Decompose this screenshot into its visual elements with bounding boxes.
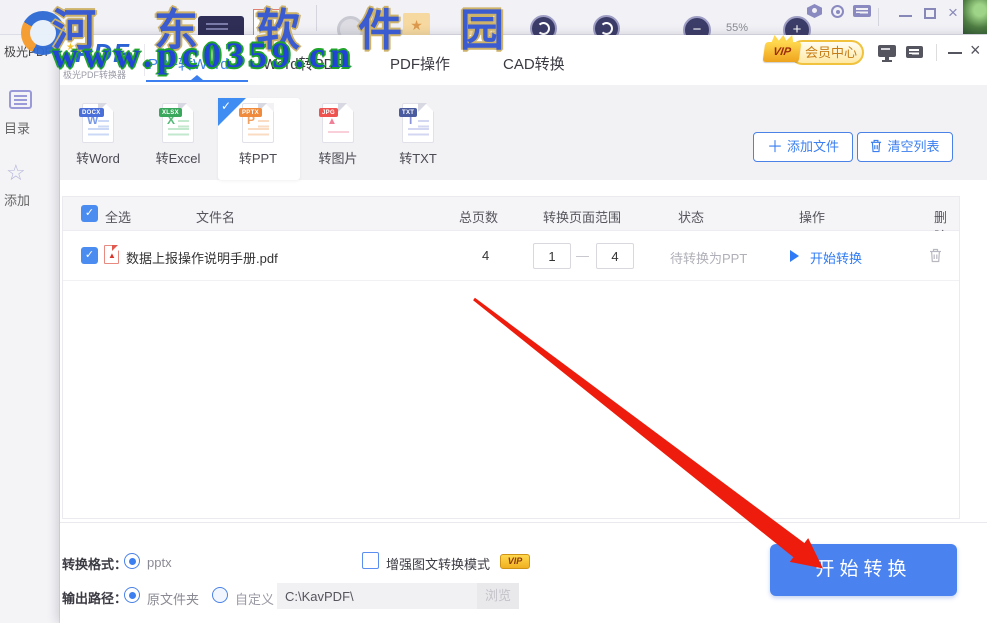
enhance-mode-checkbox[interactable] xyxy=(362,552,379,569)
plus-icon: ＋ xyxy=(767,139,783,156)
row-checkbox[interactable]: ✓ xyxy=(81,247,98,264)
sidebar-item-catalog[interactable]: 目录 xyxy=(4,118,58,137)
header-page-range: 转换页面范围 xyxy=(543,207,621,226)
vip-tag: VIP xyxy=(500,554,530,569)
range-from-input[interactable] xyxy=(533,243,571,269)
add-files-button[interactable]: ＋添加文件 xyxy=(753,132,853,162)
convert-type-strip: ✓ DOCX W 转Word XLSX X 转Excel PPTX P 转 xyxy=(60,85,987,180)
settings-hexagon-icon[interactable] xyxy=(807,4,822,18)
range-separator: — xyxy=(576,248,589,263)
select-all-checkbox[interactable]: ✓ xyxy=(81,205,98,222)
zoom-level: 55% xyxy=(726,22,748,34)
table-row: ✓ ▲ 数据上报操作说明手册.pdf 4 — 待转换为PPT 开始转换 xyxy=(63,231,959,281)
format-value: pptx xyxy=(147,555,172,570)
header-operation: 操作 xyxy=(799,207,825,226)
start-convert-button[interactable]: 开始转换 xyxy=(770,544,957,596)
output-custom-radio[interactable] xyxy=(212,587,228,603)
toolbar-divider xyxy=(316,5,317,31)
convert-options-panel: 转换格式： pptx 增强图文转换模式 VIP 输出路径： 原文件夹 自定义 浏… xyxy=(60,522,987,623)
vip-crown-icon: VIP xyxy=(763,42,802,62)
active-tab-indicator xyxy=(146,80,248,82)
browse-button[interactable]: 浏览 xyxy=(477,583,519,609)
tab-word-to-pdf[interactable]: Word转PDF xyxy=(263,53,344,74)
tab-pdf-to-word[interactable]: PDF转Word xyxy=(148,53,229,74)
sidebar-item-add[interactable]: 添加 xyxy=(4,190,58,209)
output-custom-label: 自定义 xyxy=(235,589,274,608)
desktop-wallpaper xyxy=(963,0,987,34)
logo-divider xyxy=(144,44,145,76)
app-minimize-button[interactable] xyxy=(948,52,962,54)
bg-maximize-button[interactable] xyxy=(924,8,936,19)
list-header: ✓ 全选 文件名 总页数 转换页面范围 状态 操作 删除 xyxy=(63,197,959,231)
subtab-label: 转图片 xyxy=(298,148,378,167)
app-logo-subtitle: 极光PDF转换器 xyxy=(63,68,126,81)
row-delete-icon[interactable] xyxy=(929,248,942,268)
format-pptx-radio[interactable] xyxy=(124,553,140,569)
app-logo: PDF xyxy=(75,38,130,69)
pdf-file-icon: ▲ xyxy=(104,245,119,264)
output-original-radio[interactable] xyxy=(124,587,140,603)
bg-minimize-button[interactable] xyxy=(899,15,912,17)
app-close-button[interactable]: × xyxy=(970,40,981,61)
enhance-mode-label: 增强图文转换模式 xyxy=(386,554,490,573)
txt-file-icon: TXT T xyxy=(402,103,434,143)
subtab-label: 转TXT xyxy=(378,148,458,167)
output-path-label: 输出路径： xyxy=(62,588,127,607)
converter-window: ★ PDF 极光PDF转换器 PDF转Word Word转PDF PDF操作 C… xyxy=(60,35,987,623)
tab-pdf-operate[interactable]: PDF操作 xyxy=(390,53,450,74)
subtab-label: 转PPT xyxy=(218,148,298,167)
ppt-file-icon: PPTX P xyxy=(242,103,274,143)
background-toolbar: W≡ ★ ★ − 55% + × xyxy=(0,0,987,35)
bg-close-button[interactable]: × xyxy=(948,3,958,23)
bookmark-add-star-icon[interactable]: ☆ xyxy=(6,160,26,186)
output-path-input[interactable] xyxy=(277,583,477,609)
image-file-icon: JPG ▲ xyxy=(322,103,354,143)
message-icon[interactable] xyxy=(906,45,925,62)
toolbar-divider xyxy=(878,8,879,26)
clear-list-button[interactable]: 清空列表 xyxy=(857,132,953,162)
logo-spark-icon: ★ xyxy=(66,42,75,53)
range-to-input[interactable] xyxy=(596,243,634,269)
header-filename: 文件名 xyxy=(196,207,235,226)
row-total-pages: 4 xyxy=(482,248,489,263)
play-icon xyxy=(790,250,799,262)
row-start-convert-link[interactable]: 开始转换 xyxy=(810,248,862,267)
format-label: 转换格式： xyxy=(62,554,127,573)
bg-window-title: 极光PDF xyxy=(4,43,56,60)
word-export-icon[interactable]: W≡ xyxy=(253,9,287,38)
tab-cad-convert[interactable]: CAD转换 xyxy=(503,53,565,74)
catalog-list-icon[interactable] xyxy=(9,90,32,109)
word-file-icon: DOCX W xyxy=(82,103,114,143)
header-total-pages: 总页数 xyxy=(459,207,498,226)
file-list: ✓ 全选 文件名 总页数 转换页面范围 状态 操作 删除 ✓ ▲ 数据上报操作说… xyxy=(62,196,960,519)
trash-icon xyxy=(870,139,882,153)
header-status: 状态 xyxy=(678,207,704,226)
header-select-all: 全选 xyxy=(105,207,131,226)
titlebar-divider xyxy=(936,44,937,61)
monitor-icon[interactable] xyxy=(878,45,897,62)
row-filename: 数据上报操作说明手册.pdf xyxy=(126,248,278,267)
info-icon[interactable] xyxy=(831,5,844,18)
background-sidebar: 极光PDF 目录 ☆ 添加 xyxy=(0,35,60,623)
excel-file-icon: XLSX X xyxy=(162,103,194,143)
row-status: 待转换为PPT xyxy=(670,248,747,267)
feedback-chat-icon[interactable] xyxy=(853,5,871,17)
subtab-label: 转Excel xyxy=(138,148,218,167)
output-original-label: 原文件夹 xyxy=(147,589,199,608)
subtab-label: 转Word xyxy=(58,148,138,167)
